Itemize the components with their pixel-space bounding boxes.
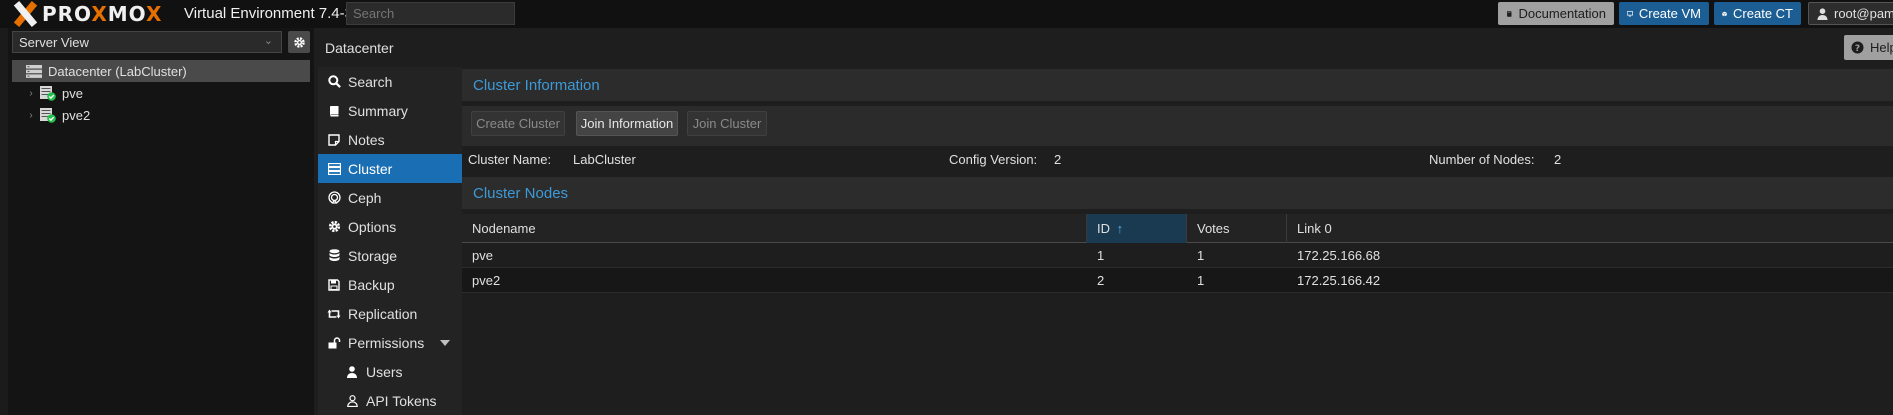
cell-votes: 1: [1197, 273, 1205, 288]
documentation-button[interactable]: Documentation: [1498, 2, 1614, 25]
column-votes[interactable]: Votes: [1187, 214, 1287, 243]
cluster-name-value: LabCluster: [573, 152, 636, 167]
join-cluster-button[interactable]: Join Cluster: [687, 111, 767, 136]
datacenter-nav: Search Summary Notes Cluster Ceph Option…: [318, 67, 462, 415]
column-nodename[interactable]: Nodename: [462, 214, 1087, 243]
cell-nodename: pve: [472, 248, 493, 263]
user-menu-button[interactable]: root@pam: [1808, 2, 1893, 25]
cluster-name-label: Cluster Name:: [468, 152, 552, 167]
breadcrumb: Datacenter: [325, 40, 394, 56]
nav-permissions[interactable]: Permissions: [318, 328, 462, 357]
chevron-right-icon[interactable]: ›: [26, 110, 36, 121]
book-icon: [326, 105, 342, 117]
node-online-icon: [40, 107, 56, 123]
join-information-button[interactable]: Join Information: [576, 111, 678, 136]
nav-options[interactable]: Options: [318, 212, 462, 241]
cell-nodename: pve2: [472, 273, 501, 288]
view-selector[interactable]: Server View ⌄: [12, 31, 282, 53]
column-id[interactable]: ID ↑: [1087, 214, 1187, 243]
cluster-nodes-grid: Nodename ID ↑ Votes Link 0 pve 1 1 172.2…: [462, 214, 1893, 293]
sort-ascending-icon: ↑: [1116, 221, 1124, 236]
gear-icon: [293, 36, 305, 48]
svg-text:?: ?: [1855, 44, 1860, 54]
cube-icon: [1722, 11, 1727, 16]
cell-link0: 172.25.166.42: [1297, 273, 1381, 288]
help-button[interactable]: ? Help: [1844, 35, 1893, 60]
panel-edge: [0, 28, 8, 415]
nav-replication[interactable]: Replication: [318, 299, 462, 328]
tree-item-datacenter[interactable]: Datacenter (LabCluster): [12, 60, 310, 82]
floppy-icon: [326, 278, 342, 291]
tree-settings-button[interactable]: [288, 31, 310, 53]
cluster-info-row: Cluster Name: LabCluster Config Version:…: [462, 146, 1893, 174]
resource-tree: Datacenter (LabCluster) › pve › pve2: [12, 60, 310, 126]
gear-icon: [326, 220, 342, 233]
user-icon: [1817, 7, 1828, 20]
create-vm-button[interactable]: Create VM: [1619, 2, 1709, 25]
retweet-icon: [326, 308, 342, 320]
nav-users[interactable]: Users: [318, 357, 462, 386]
server-icon: [326, 162, 342, 175]
notes-icon: [326, 133, 342, 146]
proxmox-logo[interactable]: PROXMOX: [12, 1, 162, 27]
nav-api-tokens[interactable]: API Tokens: [318, 386, 462, 415]
user-outline-icon: [344, 394, 360, 407]
desktop-icon: [1627, 10, 1633, 16]
search-icon: [326, 75, 342, 88]
chevron-right-icon[interactable]: ›: [26, 88, 36, 99]
table-row[interactable]: pve 1 1 172.25.166.68: [462, 243, 1893, 268]
global-search-input[interactable]: [346, 2, 515, 25]
nav-search[interactable]: Search: [318, 67, 462, 96]
column-link0[interactable]: Link 0: [1287, 214, 1893, 243]
nav-summary[interactable]: Summary: [318, 96, 462, 125]
question-circle-icon: ?: [1851, 41, 1864, 54]
nav-notes[interactable]: Notes: [318, 125, 462, 154]
chevron-down-icon: ⌄: [263, 35, 273, 47]
grid-header: Nodename ID ↑ Votes Link 0: [462, 214, 1893, 243]
node-online-icon: [40, 85, 56, 101]
product-version: Virtual Environment 7.4-3: [184, 5, 353, 22]
cell-votes: 1: [1197, 248, 1205, 263]
cell-link0: 172.25.166.68: [1297, 248, 1381, 263]
cell-id: 2: [1097, 273, 1105, 288]
database-icon: [326, 249, 342, 262]
nav-storage[interactable]: Storage: [318, 241, 462, 270]
table-row[interactable]: pve2 2 1 172.25.166.42: [462, 268, 1893, 293]
cell-id: 1: [1097, 248, 1105, 263]
nav-backup[interactable]: Backup: [318, 270, 462, 299]
tree-item-pve[interactable]: › pve: [12, 82, 310, 104]
cluster-nodes-header: Cluster Nodes: [462, 177, 1893, 209]
user-icon: [344, 365, 360, 378]
config-version-value: 2: [1054, 152, 1062, 167]
unlock-icon: [326, 336, 342, 349]
config-version-label: Config Version:: [949, 152, 1038, 167]
nav-cluster[interactable]: Cluster: [318, 154, 462, 183]
number-of-nodes-label: Number of Nodes:: [1429, 152, 1535, 167]
tree-item-pve2[interactable]: › pve2: [12, 104, 310, 126]
create-ct-button[interactable]: Create CT: [1714, 2, 1801, 25]
logo-x-icon: [12, 1, 38, 27]
book-icon: [1507, 10, 1512, 17]
number-of-nodes-value: 2: [1554, 152, 1562, 167]
nav-ceph[interactable]: Ceph: [318, 183, 462, 212]
caret-down-icon[interactable]: [440, 340, 450, 346]
ceph-icon: [326, 191, 342, 204]
cluster-information-header: Cluster Information: [462, 69, 1893, 101]
content-header: [314, 28, 1893, 67]
create-cluster-button[interactable]: Create Cluster: [471, 111, 565, 136]
datacenter-icon: [26, 64, 42, 78]
